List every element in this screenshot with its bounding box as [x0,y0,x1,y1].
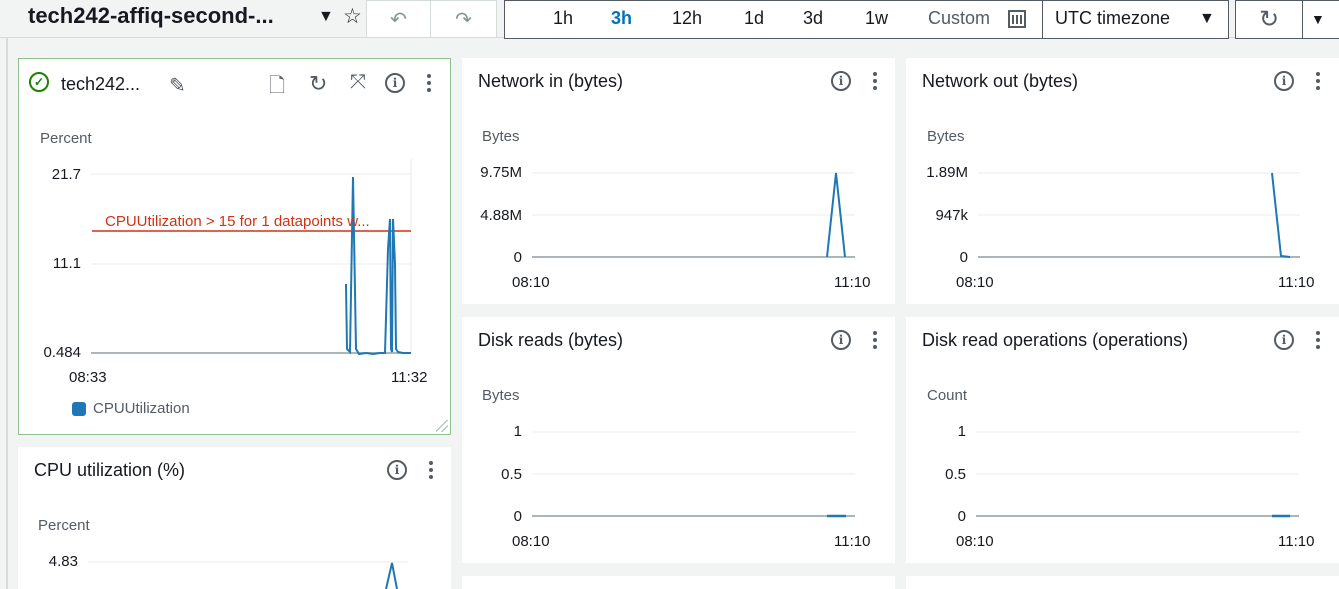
info-icon[interactable]: i [1274,71,1294,91]
y-tick: 4.83 [48,553,78,570]
info-icon[interactable]: i [385,73,405,93]
x-tick: 11:10 [1278,533,1315,550]
x-tick: 08:10 [956,274,994,291]
legend-swatch [72,402,86,416]
calendar-icon[interactable] [1008,10,1026,28]
chevron-down-icon: ▼ [1311,11,1325,27]
y-axis-unit: Bytes [482,128,520,145]
range-custom[interactable]: Custom [928,8,990,29]
timezone-select[interactable]: UTC timezone ▼ [1042,0,1229,39]
left-rail [6,38,8,589]
widget-title: Network out (bytes) [922,71,1079,91]
kebab-menu-icon[interactable] [428,461,434,481]
alarm-widget[interactable]: ✓ tech242... ✎ 🗋 ↻ ⤧ i Percent 21.7 11.1… [18,58,451,435]
kebab-menu-icon[interactable] [872,331,878,351]
x-tick: 08:10 [512,274,550,291]
y-tick: 0 [959,249,968,266]
next-widget [906,576,1339,589]
next-widget [462,576,895,589]
refresh-icon: ↻ [1258,6,1280,33]
disk-read-ops-chart [976,431,1299,518]
timezone-label: UTC timezone [1055,8,1171,28]
widget-title: Network in (bytes) [478,71,624,91]
refresh-options-button[interactable]: ▼ [1302,0,1339,39]
disk-read-ops-widget: Disk read operations (operations) i Coun… [906,317,1339,563]
range-1w[interactable]: 1w [865,8,888,29]
network-out-chart [978,172,1300,258]
y-axis-unit: Percent [40,130,92,147]
x-tick: 11:10 [1278,274,1315,291]
redo-icon: ↷ [455,8,472,31]
file-icon[interactable]: 🗋 [269,71,285,105]
dashboard-title[interactable]: tech242-affiq-second-... [28,3,274,29]
y-tick: 1 [513,423,522,440]
disk-reads-chart [532,431,855,518]
x-tick: 08:10 [956,533,994,550]
refresh-icon[interactable]: ↻ [309,71,327,97]
widget-title: Disk read operations (operations) [922,330,1189,350]
kebab-menu-icon[interactable] [426,74,432,94]
y-tick: 947k [935,207,968,224]
y-tick: 4.88M [480,207,522,224]
x-tick: 11:10 [834,274,871,291]
y-tick: 1 [957,423,966,440]
y-axis-unit: Count [927,387,968,404]
range-1d[interactable]: 1d [744,8,764,29]
kebab-menu-icon[interactable] [872,72,878,92]
y-tick: 0 [513,249,522,266]
undo-button[interactable]: ↶ [366,0,431,38]
redo-button[interactable]: ↷ [430,0,497,38]
y-tick: 0 [957,508,966,525]
y-tick: 0.5 [945,466,966,483]
resize-handle[interactable] [436,420,448,432]
time-range-selector: 1h 3h 12h 1d 3d 1w Custom [504,0,1042,39]
network-out-widget: Network out (bytes) i Bytes 1.89M 947k 0… [906,58,1339,304]
info-icon[interactable]: i [1274,330,1294,350]
widget-title: CPU utilization (%) [34,460,186,480]
y-tick: 0.484 [43,344,81,361]
widget-title: tech242... [61,74,141,94]
dashboard-dropdown-caret-icon[interactable]: ▼ [318,8,334,26]
y-tick: 11.1 [52,255,81,272]
disk-reads-widget: Disk reads (bytes) i Bytes 1 0.5 0 08:10… [462,317,895,563]
edit-icon[interactable]: ✎ [169,73,186,98]
kebab-menu-icon[interactable] [1315,331,1321,351]
network-in-widget: Network in (bytes) i Bytes 9.75M 4.88M 0… [462,58,895,304]
range-3h[interactable]: 3h [611,8,632,29]
dashboard-header: tech242-affiq-second-... ▼ ☆ ↶ ↷ 1h 3h 1… [0,0,1339,39]
y-tick: 0 [513,508,522,525]
range-1h[interactable]: 1h [553,8,573,29]
info-icon[interactable]: i [831,71,851,91]
widget-title: Disk reads (bytes) [478,330,624,350]
x-tick: 11:10 [834,533,871,550]
threshold-label: CPUUtilization > 15 for 1 datapoints w..… [105,213,370,230]
y-axis-unit: Percent [38,517,90,534]
chevron-down-icon: ▼ [1199,10,1215,27]
range-3d[interactable]: 3d [803,8,823,29]
x-tick: 08:10 [512,533,550,550]
expand-icon[interactable]: ⤧ [350,71,366,94]
refresh-button[interactable]: ↻ [1235,0,1303,39]
info-icon[interactable]: i [831,330,851,350]
cpu-widget: CPU utilization (%) i Percent 4.83 [18,447,451,589]
alarm-chart [91,159,412,356]
undo-icon: ↶ [390,8,407,31]
y-tick: 21.7 [51,166,81,183]
y-axis-unit: Bytes [927,128,965,145]
y-tick: 9.75M [480,164,522,181]
info-icon[interactable]: i [387,460,407,480]
x-tick: 11:32 [391,369,428,386]
network-in-chart [532,172,855,258]
kebab-menu-icon[interactable] [1315,72,1321,92]
check-circle-icon: ✓ [29,72,49,92]
y-tick: 0.5 [501,466,522,483]
cpu-chart [88,561,408,589]
y-tick: 1.89M [926,164,968,181]
favorite-star-icon[interactable]: ☆ [343,4,362,29]
legend-label[interactable]: CPUUtilization [93,400,190,417]
y-axis-unit: Bytes [482,387,520,404]
range-12h[interactable]: 12h [672,8,702,29]
x-tick: 08:33 [69,369,107,386]
